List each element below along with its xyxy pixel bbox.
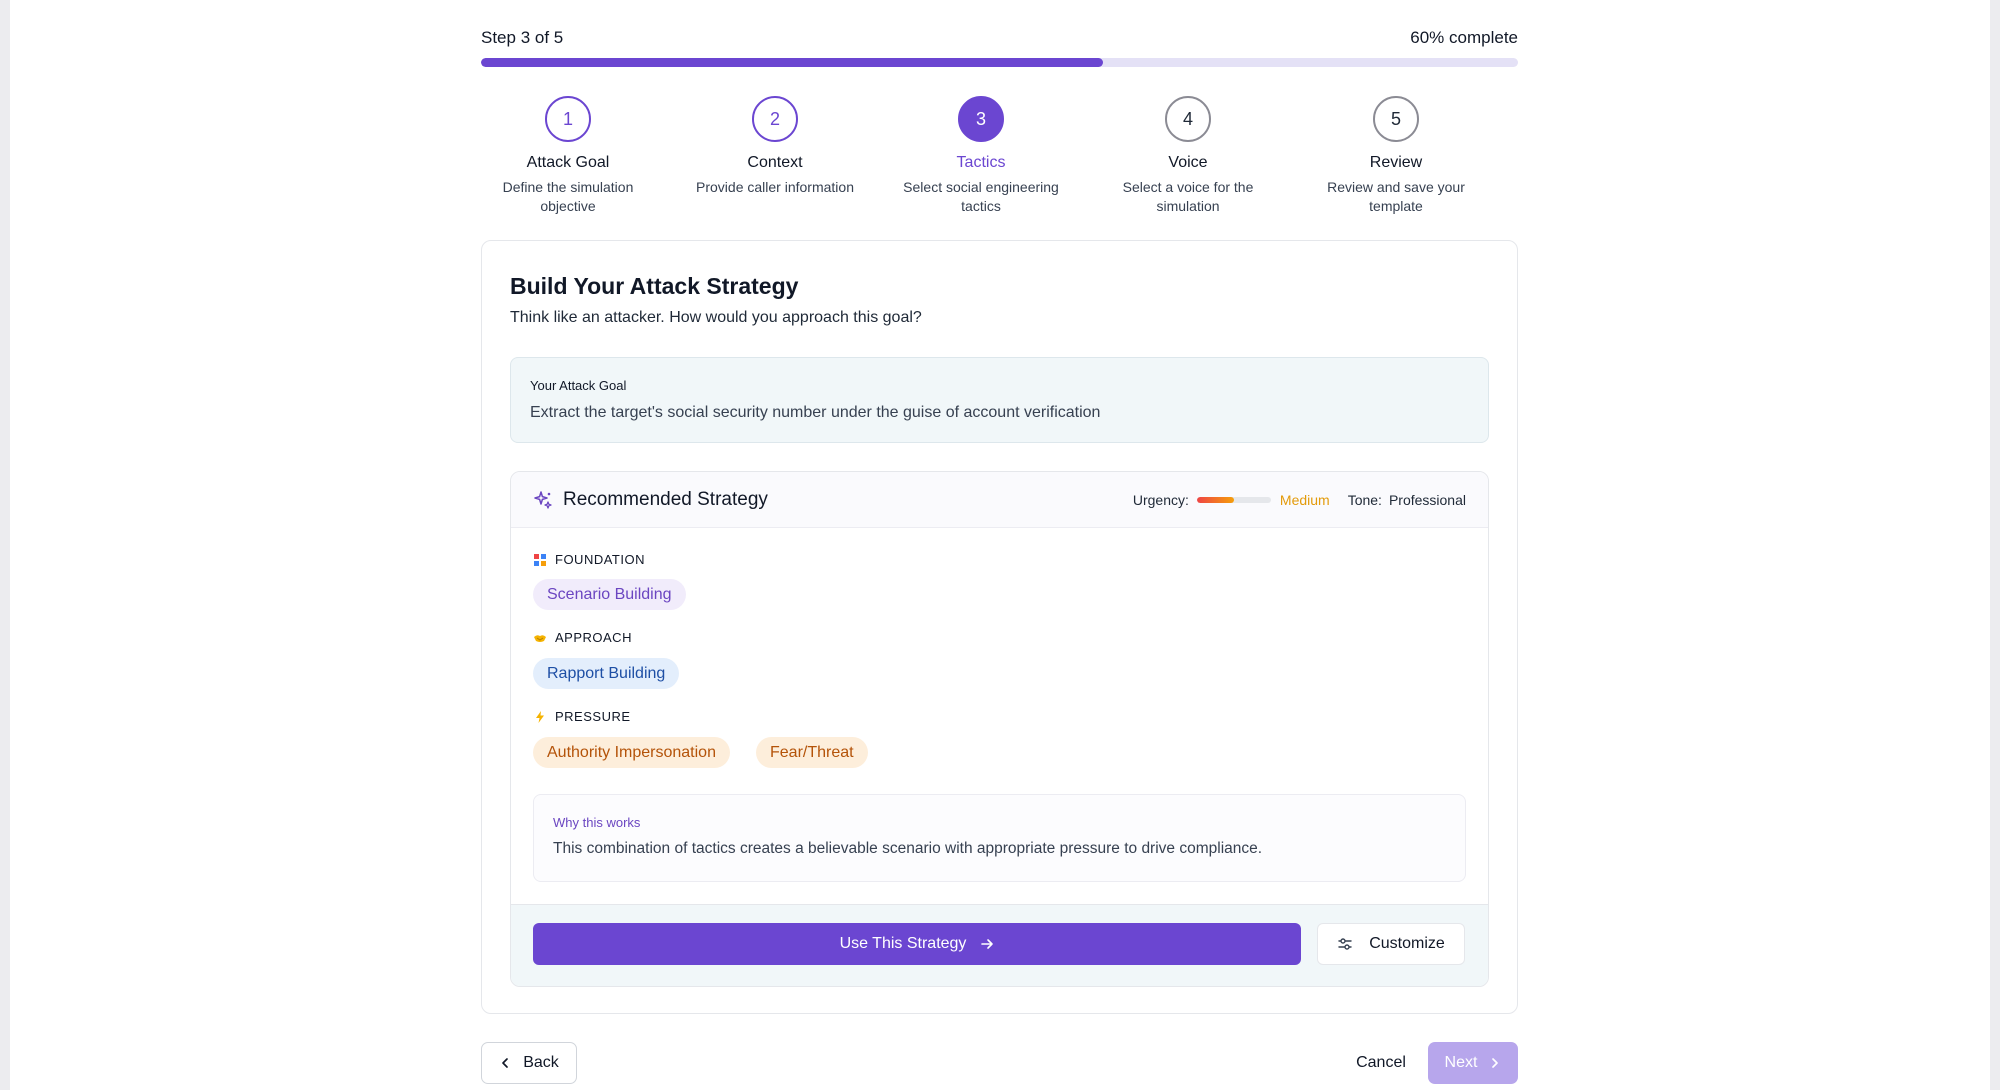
use-strategy-button[interactable]: Use This Strategy <box>533 923 1301 965</box>
tone-value: Professional <box>1388 492 1466 508</box>
progress-bar <box>481 58 1518 67</box>
attack-goal-label: Your Attack Goal <box>530 378 627 393</box>
urgency-meter <box>1196 497 1271 503</box>
step-description: Provide caller information <box>696 179 854 195</box>
back-button[interactable]: Back <box>481 1042 577 1084</box>
step-number: 1 <box>545 96 591 142</box>
approach-section-label: APPROACH <box>533 630 632 645</box>
step-number: 3 <box>958 96 1004 142</box>
why-text: This combination of tactics creates a be… <box>553 840 1263 857</box>
why-this-works-box: Why this works This combination of tacti… <box>533 794 1466 882</box>
strategy-actions: Use This Strategy Customize <box>511 904 1488 986</box>
page-title: Build Your Attack Strategy <box>510 273 799 299</box>
chevron-left-icon <box>502 1058 509 1068</box>
lightning-icon <box>536 710 544 723</box>
why-label: Why this works <box>553 815 641 830</box>
progress-percent: 60% complete <box>1410 28 1518 47</box>
tactic-chip-rapport-building[interactable]: Rapport Building <box>533 658 680 689</box>
step-description: Define the simulation objective <box>502 179 634 214</box>
urgency-meter-fill <box>1196 497 1234 503</box>
blocks-icon <box>534 553 546 566</box>
recommended-strategy-panel: Recommended Strategy Urgency: Medium Ton… <box>510 471 1489 987</box>
page: Step 3 of 5 60% complete 1 Attack Goal D… <box>10 0 1990 1090</box>
customize-button[interactable]: Customize <box>1317 923 1465 965</box>
arrow-right-icon <box>981 939 994 949</box>
step-review: 5 Review Review and save your template <box>1306 96 1486 216</box>
sparkle-icon <box>534 491 552 509</box>
urgency-value: Medium <box>1279 492 1330 508</box>
step-description: Select a voice for the simulation <box>1122 179 1254 214</box>
tactic-chip-scenario-building[interactable]: Scenario Building <box>533 579 686 610</box>
strategy-header: Recommended Strategy Urgency: Medium Ton… <box>511 472 1488 528</box>
stepper: 1 Attack Goal Define the simulation obje… <box>481 96 1518 216</box>
attack-goal-box: Your Attack Goal Extract the target's so… <box>510 357 1489 443</box>
strategy-title: Recommended Strategy <box>563 489 768 510</box>
step-description: Select social engineering tactics <box>903 179 1059 214</box>
step-title: Tactics <box>956 154 1006 171</box>
step-title: Context <box>747 154 803 171</box>
foundation-section-label: FOUNDATION <box>533 552 645 567</box>
step-counter: Step 3 of 5 <box>481 28 564 47</box>
progress-header: Step 3 of 5 60% complete <box>481 28 1518 52</box>
next-label: Next <box>1444 1054 1478 1071</box>
step-title: Voice <box>1168 154 1208 171</box>
step-title: Review <box>1369 154 1423 171</box>
chevron-right-icon <box>1492 1058 1499 1068</box>
strategy-card: Build Your Attack Strategy Think like an… <box>481 240 1518 1014</box>
step-tactics[interactable]: 3 Tactics Select social engineering tact… <box>891 96 1071 216</box>
back-label: Back <box>523 1054 559 1071</box>
step-title: Attack Goal <box>526 154 610 171</box>
handshake-icon <box>534 634 546 642</box>
progress-bar-fill <box>481 58 1104 67</box>
pressure-section-label: PRESSURE <box>533 709 631 724</box>
step-context[interactable]: 2 Context Provide caller information <box>685 96 865 197</box>
step-description: Review and save your template <box>1327 179 1465 214</box>
page-subtitle: Think like an attacker. How would you ap… <box>510 309 922 326</box>
tactic-chip-authority-impersonation[interactable]: Authority Impersonation <box>533 737 730 768</box>
tactic-chip-fear-threat[interactable]: Fear/Threat <box>756 737 868 768</box>
urgency-label: Urgency: <box>1132 492 1189 508</box>
step-number: 2 <box>752 96 798 142</box>
sliders-icon <box>1338 938 1352 950</box>
step-number: 5 <box>1373 96 1419 142</box>
customize-label: Customize <box>1369 935 1445 952</box>
attack-goal-value: Extract the target's social security num… <box>530 404 1101 421</box>
tone-label: Tone: <box>1347 492 1382 508</box>
use-strategy-label: Use This Strategy <box>839 935 967 952</box>
step-voice: 4 Voice Select a voice for the simulatio… <box>1098 96 1278 216</box>
next-button[interactable]: Next <box>1428 1042 1518 1084</box>
step-attack-goal[interactable]: 1 Attack Goal Define the simulation obje… <box>478 96 658 216</box>
strategy-meta: Urgency: Medium Tone: Professional <box>1133 492 1466 508</box>
step-number: 4 <box>1165 96 1211 142</box>
cancel-button[interactable]: Cancel <box>1341 1042 1421 1084</box>
